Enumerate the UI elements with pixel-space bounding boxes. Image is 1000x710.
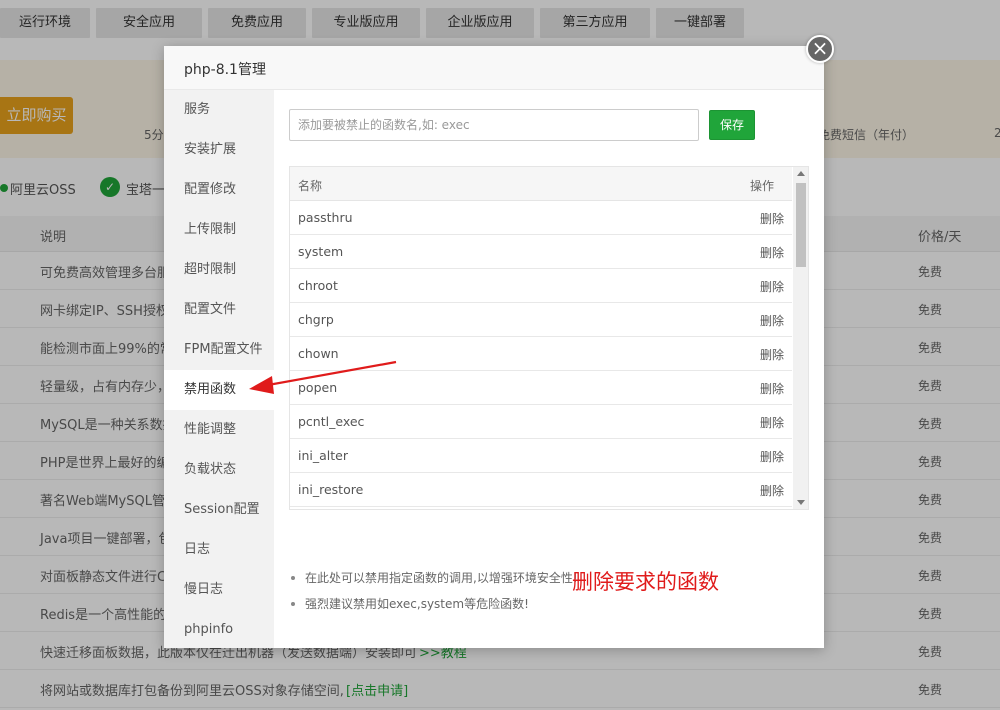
php-manage-dialog: php-8.1管理 服务 安装扩展 配置修改 上传限制 超时限制 配置文件 FPM配置文件禁…	[164, 46, 824, 648]
table-row: passthru 删除	[290, 201, 792, 235]
function-name: passthru	[298, 210, 353, 225]
function-name-input[interactable]	[289, 109, 699, 141]
sidebar-item[interactable]: FPM配置文件	[164, 330, 274, 370]
sidebar-item[interactable]: 服务	[164, 90, 274, 130]
scroll-down-icon[interactable]	[797, 500, 805, 505]
dialog-title: php-8.1管理	[184, 62, 266, 78]
delete-button[interactable]: 删除	[760, 278, 784, 295]
table-row: chgrp 删除	[290, 303, 792, 337]
delete-button[interactable]: 删除	[760, 414, 784, 431]
tip-item: 强烈建议禁用如exec,system等危险函数!	[289, 594, 809, 620]
delete-button[interactable]: 删除	[760, 244, 784, 261]
dialog-header: php-8.1管理	[164, 46, 824, 90]
sidebar-item[interactable]: 上传限制	[164, 210, 274, 250]
dialog-sidebar: 服务 安装扩展 配置修改 上传限制 超时限制 配置文件 FPM配置文件 禁用函数 性能调整 负载状…	[164, 90, 274, 648]
delete-button[interactable]: 删除	[760, 448, 784, 465]
sidebar-item[interactable]: 日志	[164, 530, 274, 570]
tip-item: 在此处可以禁用指定函数的调用,以增强环境安全性!	[289, 568, 809, 594]
delete-button[interactable]: 删除	[760, 482, 784, 499]
col-action: 操作	[749, 179, 774, 193]
scroll-thumb[interactable]	[796, 183, 806, 267]
sidebar-item[interactable]: 慢日志	[164, 570, 274, 610]
delete-button[interactable]: 删除	[760, 210, 784, 227]
sidebar-item[interactable]: phpinfo	[164, 610, 274, 650]
sidebar-item[interactable]: 性能调整	[164, 410, 274, 450]
annotation-text: 删除要求的函数	[572, 570, 719, 594]
table-row: system 删除	[290, 235, 792, 269]
disabled-functions-table: 名称 操作 passthru 删除 system 删除 chroot 删除 chgrp 删除 c…	[289, 166, 809, 510]
save-button[interactable]: 保存	[709, 110, 755, 140]
sidebar-item[interactable]: 配置文件	[164, 290, 274, 330]
table-row: chroot 删除	[290, 269, 792, 303]
sidebar-item[interactable]: 禁用函数	[164, 370, 274, 410]
delete-button[interactable]: 删除	[760, 346, 784, 363]
sidebar-item[interactable]: Session配置	[164, 490, 274, 530]
table-header: 名称 操作	[290, 167, 792, 201]
table-row: pcntl_exec 删除	[290, 405, 792, 439]
disabled-functions-panel: 保存 名称 操作 passthru删除system删除chroot删除chgrp…	[274, 90, 824, 648]
function-name: chown	[298, 346, 339, 361]
col-name: 名称	[298, 179, 323, 193]
scroll-up-icon[interactable]	[797, 171, 805, 176]
table-row: ini_alter 删除	[290, 439, 792, 473]
help-tips: 在此处可以禁用指定函数的调用,以增强环境安全性! 强烈建议禁用如exec,sys…	[289, 568, 809, 620]
table-scrollbar[interactable]	[793, 167, 808, 509]
table-row: ini_restore 删除	[290, 473, 792, 507]
function-name: system	[298, 244, 344, 259]
close-dialog-button[interactable]: ×	[806, 35, 834, 63]
table-row: chown 删除	[290, 337, 792, 371]
function-name: pcntl_exec	[298, 414, 365, 429]
function-name: chroot	[298, 278, 338, 293]
delete-button[interactable]: 删除	[760, 380, 784, 397]
sidebar-item[interactable]: 配置修改	[164, 170, 274, 210]
function-name: ini_alter	[298, 448, 348, 463]
sidebar-item[interactable]: 超时限制	[164, 250, 274, 290]
function-name: ini_restore	[298, 482, 364, 497]
delete-button[interactable]: 删除	[760, 312, 784, 329]
sidebar-item[interactable]: 负载状态	[164, 450, 274, 490]
function-name: chgrp	[298, 312, 334, 327]
function-name: popen	[298, 380, 338, 395]
sidebar-item[interactable]: 安装扩展	[164, 130, 274, 170]
table-row: popen 删除	[290, 371, 792, 405]
